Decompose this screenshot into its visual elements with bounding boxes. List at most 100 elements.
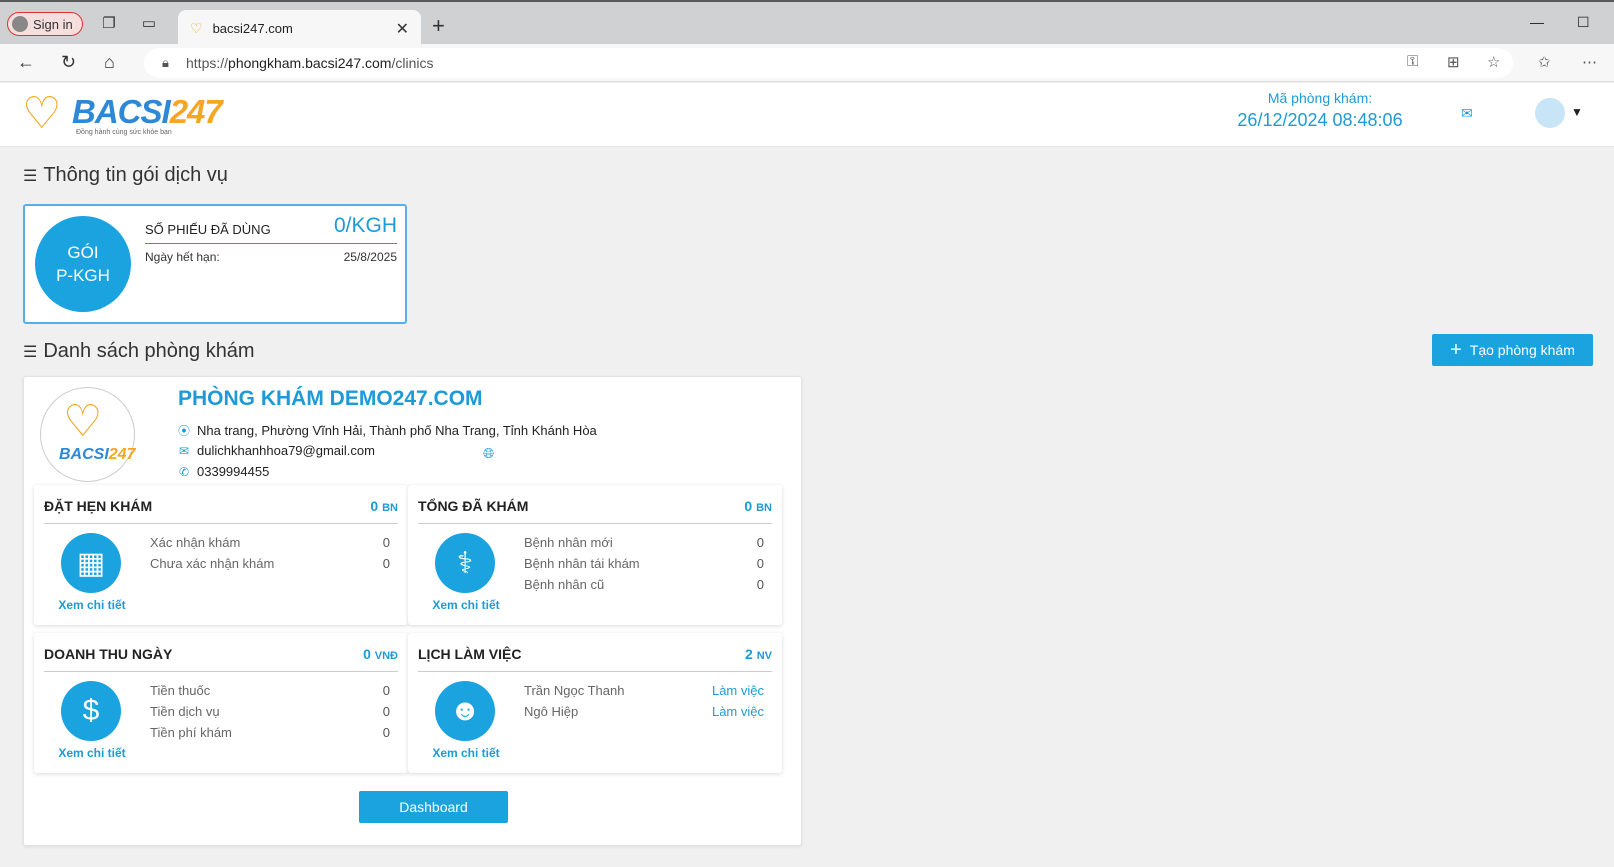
key-icon[interactable]: ⚿ xyxy=(1407,53,1418,70)
stat-title: DOANH THU NGÀY xyxy=(44,646,173,662)
user-menu-caret-icon[interactable]: ▼ xyxy=(1571,105,1583,119)
browser-tab-bar: Sign in ❐ ▭ ♡ bacsi247.com ✕ + — ☐ xyxy=(0,0,1614,46)
sign-in-label: Sign in xyxy=(33,16,73,32)
stat-value: 2 NV xyxy=(745,646,772,662)
package-used-value: 0/KGH xyxy=(333,214,397,237)
package-expiry-label: Ngày hết hạn: xyxy=(145,250,220,264)
view-detail-link[interactable]: Xem chi tiết xyxy=(430,598,502,612)
clinic-address-line: ⦿ Nha trang, Phường Vĩnh Hải, Thành phố … xyxy=(178,422,597,439)
stat-value: 0 BN xyxy=(370,498,398,514)
view-detail-link[interactable]: Xem chi tiết xyxy=(56,598,128,612)
stat-row: Bệnh nhân mới 0 xyxy=(524,535,764,550)
location-pin-icon: ⦿ xyxy=(178,424,191,438)
patient-icon: ⚕ xyxy=(435,533,495,593)
calendar-icon: ▦ xyxy=(61,533,121,593)
stat-row: Bệnh nhân cũ 0 xyxy=(524,577,764,592)
clinic-code-block: Mã phòng khám: 26/12/2024 08:48:06 xyxy=(1180,90,1460,131)
bacsi247-logo[interactable]: ♡ BACSI247 Đồng hành cùng sức khỏe bạn xyxy=(22,89,223,139)
lock-icon: 🔒︎ xyxy=(162,55,169,70)
package-badge-line2: P-KGH xyxy=(56,266,110,285)
favorite-star-icon[interactable]: ☆ xyxy=(1487,53,1500,71)
stat-row: Tiền dịch vụ 0 xyxy=(150,704,390,719)
app-header: ♡ BACSI247 Đồng hành cùng sức khỏe bạn M… xyxy=(0,83,1614,147)
refresh-icon[interactable]: ↻ xyxy=(61,52,76,73)
stat-row: Trần Ngọc Thanh Làm việc xyxy=(524,683,764,698)
profile-icon xyxy=(12,16,28,32)
package-card: GÓI P-KGH SỐ PHIẾU ĐÃ DÙNG 0/KGH Ngày hế… xyxy=(23,204,407,324)
stat-value: 0 VNĐ xyxy=(363,646,398,662)
stat-title: ĐẶT HẸN KHÁM xyxy=(44,498,153,514)
user-avatar[interactable] xyxy=(1535,98,1565,128)
tab-actions-icon[interactable]: ▭ xyxy=(141,16,157,32)
close-tab-icon[interactable]: ✕ xyxy=(396,19,409,39)
stat-row: Chưa xác nhận khám 0 xyxy=(150,556,390,571)
sign-in-button[interactable]: Sign in xyxy=(7,12,83,36)
stat-row: Ngô Hiệp Làm việc xyxy=(524,704,764,719)
tab-title: bacsi247.com xyxy=(212,20,293,36)
stat-header: ĐẶT HẸN KHÁM 0 BN xyxy=(44,498,398,524)
stat-rows: Tiền thuốc 0 Tiền dịch vụ 0 Tiền phí khám 0 xyxy=(150,683,390,746)
package-section-title: ☰ Thông tin gói dịch vụ xyxy=(23,164,228,187)
url-host: phongkham.bacsi247.com xyxy=(228,55,392,71)
plus-icon: + xyxy=(1450,339,1462,361)
stat-row: Tiền thuốc 0 xyxy=(150,683,390,698)
clinic-address: Nha trang, Phường Vĩnh Hải, Thành phố Nh… xyxy=(197,423,597,438)
email-icon: ✉ xyxy=(178,443,190,458)
package-badge-line1: GÓI xyxy=(67,243,99,262)
examined-stat-card: TỔNG ĐÃ KHÁM 0 BN ⚕ Xem chi tiết Bệnh nh… xyxy=(408,485,782,625)
clinic-logo-heart-icon: ♡ xyxy=(63,397,103,446)
doctor-icon: ☻ xyxy=(435,681,495,741)
clinic-name[interactable]: PHÒNG KHÁM DEMO247.COM xyxy=(178,387,483,411)
stat-header: DOANH THU NGÀY 0 VNĐ xyxy=(44,646,398,672)
clinic-email: dulichkhanhhoa79@gmail.com xyxy=(197,443,375,458)
back-icon[interactable]: ← xyxy=(17,52,35,73)
url-field[interactable]: 🔒︎ https://phongkham.bacsi247.com/clinic… xyxy=(144,48,1513,78)
stat-header: LỊCH LÀM VIỆC 2 NV xyxy=(418,646,772,672)
package-used-label: SỐ PHIẾU ĐÃ DÙNG xyxy=(145,222,271,237)
appointments-stat-card: ĐẶT HẸN KHÁM 0 BN ▦ Xem chi tiết Xác nhậ… xyxy=(34,485,408,625)
clinic-logo-word: BACSI247 xyxy=(59,446,136,463)
clinic-section-title: ☰ Danh sách phòng khám xyxy=(23,340,255,363)
view-detail-link[interactable]: Xem chi tiết xyxy=(56,746,128,760)
minimize-icon[interactable]: — xyxy=(1530,14,1544,30)
new-tab-icon[interactable]: + xyxy=(432,13,445,39)
website-globe-icon[interactable]: 🌐︎ xyxy=(483,445,494,462)
schedule-stat-card: LỊCH LÀM VIỆC 2 NV ☻ Xem chi tiết Trần N… xyxy=(408,633,782,773)
revenue-stat-card: DOANH THU NGÀY 0 VNĐ $ Xem chi tiết Tiền… xyxy=(34,633,408,773)
dashboard-button[interactable]: Dashboard xyxy=(359,791,508,823)
package-expiry-row: Ngày hết hạn: 25/8/2025 xyxy=(145,250,397,264)
stat-header: TỔNG ĐÃ KHÁM 0 BN xyxy=(418,498,772,524)
package-expiry-value: 25/8/2025 xyxy=(343,250,397,264)
url-path: /clinics xyxy=(391,55,434,71)
browser-tab-active[interactable]: ♡ bacsi247.com ✕ xyxy=(178,10,421,46)
stat-value: 0 BN xyxy=(744,498,772,514)
dollar-icon: $ xyxy=(61,681,121,741)
current-datetime: 26/12/2024 08:48:06 xyxy=(1237,110,1403,130)
list-icon: ☰ xyxy=(23,167,38,185)
more-menu-icon[interactable]: ⋯ xyxy=(1582,53,1597,71)
favicon-heart-icon: ♡ xyxy=(190,19,203,36)
stat-title: TỔNG ĐÃ KHÁM xyxy=(418,498,529,514)
create-clinic-button[interactable]: + Tạo phòng khám xyxy=(1432,334,1593,366)
stat-row: Bệnh nhân tái khám 0 xyxy=(524,556,764,571)
stat-row: Xác nhận khám 0 xyxy=(150,535,390,550)
browser-address-bar: ← ↻ ⌂ 🔒︎ https://phongkham.bacsi247.com /… xyxy=(0,44,1614,82)
url-prefix: https:// xyxy=(186,55,229,71)
create-clinic-label: Tạo phòng khám xyxy=(1469,342,1575,358)
home-icon[interactable]: ⌂ xyxy=(104,52,115,73)
view-detail-link[interactable]: Xem chi tiết xyxy=(430,746,502,760)
clinic-code-label: Mã phòng khám: xyxy=(1267,90,1373,106)
clinic-section-label: Danh sách phòng khám xyxy=(43,340,255,362)
list-icon: ☰ xyxy=(23,343,38,361)
stat-row: Tiền phí khám 0 xyxy=(150,725,390,740)
logo-heart-icon: ♡ xyxy=(22,89,62,138)
stat-rows: Trần Ngọc Thanh Làm việc Ngô Hiệp Làm việc xyxy=(524,683,764,725)
favorites-icon[interactable]: ✩ xyxy=(1538,53,1551,71)
stat-title: LỊCH LÀM VIỆC xyxy=(418,646,522,662)
maximize-icon[interactable]: ☐ xyxy=(1577,14,1590,31)
collections-icon[interactable]: ❐ xyxy=(101,16,117,32)
package-badge: GÓI P-KGH xyxy=(35,216,131,312)
logo-word: BACSI247 xyxy=(72,93,223,130)
mail-icon[interactable]: ✉ xyxy=(1461,105,1473,122)
apps-icon[interactable]: ⊞ xyxy=(1447,53,1460,71)
